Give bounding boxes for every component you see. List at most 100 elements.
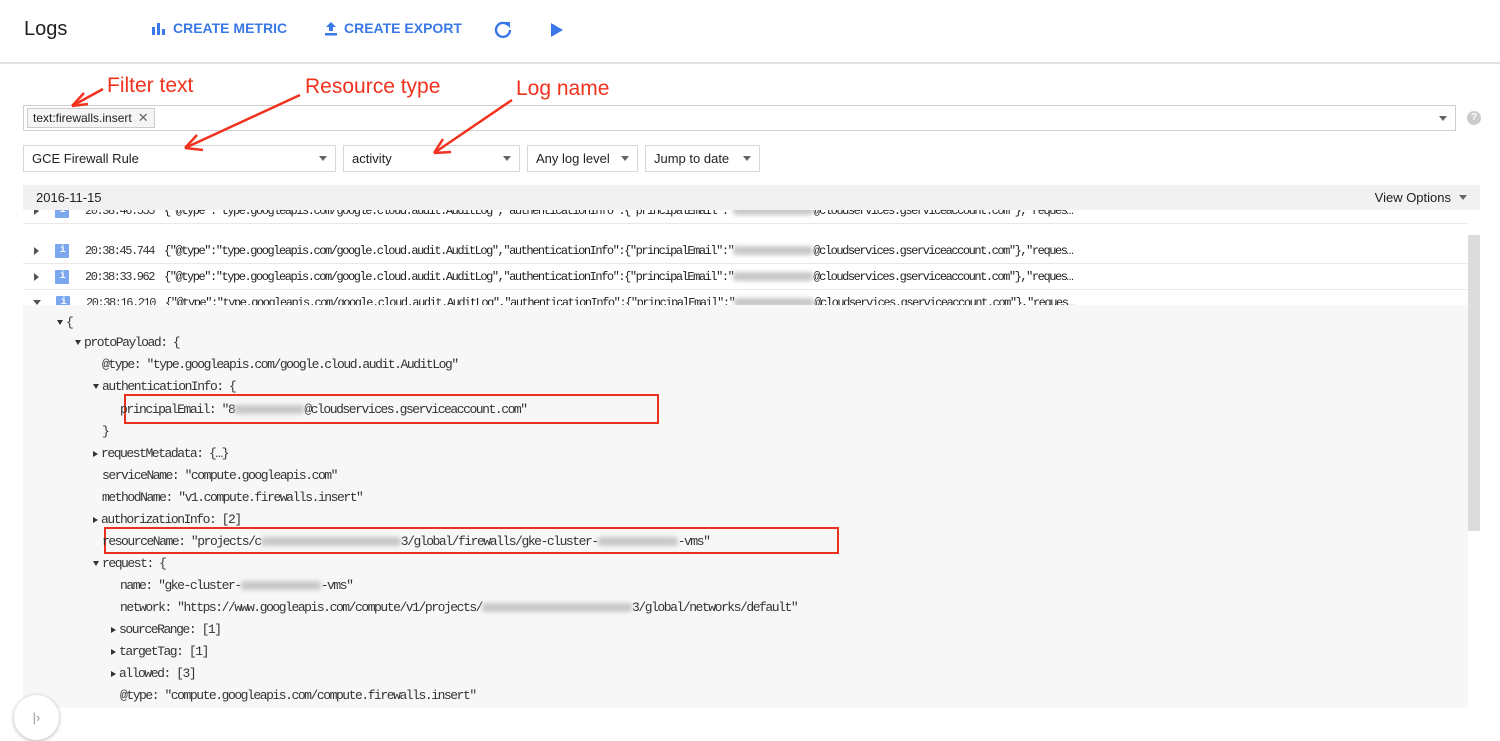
detail-text: methodName: "v1.compute.firewalls.insert… [102,490,364,505]
expand-icon[interactable] [93,450,98,457]
detail-line[interactable]: protoPayload: { [75,335,181,350]
log-name-dropdown[interactable]: activity [343,145,520,172]
date-label: 2016-11-15 [36,190,102,205]
detail-text: 3/global/networks/default" [632,600,799,615]
chevron-down-icon [1459,195,1467,200]
expand-icon[interactable] [111,626,116,633]
filter-chip[interactable]: text:firewalls.insert ✕ [27,108,155,128]
log-timestamp: 20:38:33.962 [85,269,155,284]
detail-line[interactable]: sourceRange: [1] [111,622,222,637]
expand-icon[interactable] [34,272,39,281]
chevron-down-icon [743,156,751,161]
refresh-icon[interactable] [493,20,513,40]
view-options-button[interactable]: View Options [1375,190,1467,205]
log-level-value: Any log level [536,151,610,166]
chevron-down-icon [621,156,629,161]
detail-text: resourceName: "projects/c [102,534,262,549]
log-summary-end: @cloudservices.gserviceaccount.com"},"re… [813,243,1073,258]
log-level-dropdown[interactable]: Any log level [527,145,638,172]
log-summary-start: {"@type":"type.googleapis.com/google.clo… [164,243,735,258]
detail-text: } [102,424,110,439]
detail-text: protoPayload: { [84,335,181,350]
detail-text: allowed: [3] [119,666,197,681]
help-icon[interactable]: ? [1467,111,1481,125]
annotation-log-name: Log name [516,77,610,100]
detail-text: network: "https://www.googleapis.com/com… [120,600,483,615]
detail-text: { [66,315,74,330]
upload-icon [325,21,337,35]
detail-line[interactable]: authorizationInfo: [2] [93,512,242,527]
detail-line[interactable]: allowed: [3] [111,666,197,681]
arrow-filter-text [71,87,104,108]
bar-chart-icon [152,23,165,35]
play-icon[interactable] [550,22,564,38]
expand-icon[interactable] [111,670,116,677]
detail-text: request: { [102,556,167,571]
jump-to-date-dropdown[interactable]: Jump to date [645,145,760,172]
detail-text: authorizationInfo: [2] [101,512,242,527]
filter-dropdown-icon[interactable] [1439,116,1447,121]
detail-text: 3/global/firewalls/gke-cluster- [400,534,599,549]
redacted-text [260,537,401,547]
log-row[interactable]: i 20:38:33.962 {"@type":"type.googleapis… [23,264,1468,290]
detail-line[interactable]: requestMetadata: {…} [93,446,229,461]
info-severity-icon: i [55,269,69,284]
collapse-icon[interactable] [93,561,99,567]
detail-line: network: "https://www.googleapis.com/com… [120,600,799,615]
collapse-icon[interactable] [57,320,63,326]
create-export-label: CREATE EXPORT [344,20,462,36]
redacted-text [482,603,633,613]
detail-text: -vms" [320,578,354,593]
chevron-down-icon [319,156,327,161]
detail-text: name: "gke-cluster- [120,578,242,593]
detail-text: @type: "type.googleapis.com/google.cloud… [102,357,459,372]
redacted-text [240,581,321,591]
detail-text: @cloudservices.gserviceaccount.com" [304,402,528,417]
create-export-button[interactable]: CREATE EXPORT [324,20,462,36]
expand-icon[interactable] [34,246,39,255]
detail-line: serviceName: "compute.googleapis.com" [102,468,338,483]
detail-line[interactable]: targetTag: [1] [111,644,209,659]
detail-text: principalEmail: "8 [120,402,236,417]
expand-icon: |› [32,710,41,725]
create-metric-button[interactable]: CREATE METRIC [151,20,287,36]
chevron-down-icon [503,156,511,161]
redacted-text [234,405,305,415]
expand-icon[interactable] [93,516,98,523]
annotation-filter-text: Filter text [107,74,194,97]
detail-text: -vms" [677,534,711,549]
detail-text: requestMetadata: {…} [101,446,229,461]
log-timestamp: 20:38:45.744 [85,243,155,258]
log-summary: {"@type":"type.googleapis.com/google.clo… [164,243,1074,258]
detail-line: principalEmail: "8 @cloudservices.gservic… [120,402,528,417]
filter-chip-label: text:firewalls.insert [33,111,132,125]
resource-type-value: GCE Firewall Rule [32,151,139,166]
expand-panel-button[interactable]: |› [14,695,59,740]
log-row[interactable]: i 20:38:45.744 {"@type":"type.googleapis… [23,238,1468,264]
detail-line[interactable]: authenticationInfo: { [93,379,237,394]
resource-type-dropdown[interactable]: GCE Firewall Rule [23,145,336,172]
detail-line[interactable]: request: { [93,556,167,571]
jump-to-date-value: Jump to date [654,151,730,166]
detail-line: } [102,424,110,439]
log-entry-detail: { protoPayload: { @type: "type.googleapis.… [23,305,1468,708]
annotation-resource-type: Resource type [305,75,441,98]
close-icon[interactable]: ✕ [138,110,149,126]
filter-input[interactable]: text:firewalls.insert ✕ [23,105,1456,131]
detail-line[interactable]: { [57,315,74,330]
info-severity-icon: i [55,243,69,258]
collapse-icon[interactable] [75,340,81,346]
detail-text: sourceRange: [1] [119,622,222,637]
detail-line: @type: "compute.googleapis.com/compute.f… [120,688,477,703]
detail-text: serviceName: "compute.googleapis.com" [102,468,338,483]
redacted-text [733,271,814,281]
expand-icon[interactable] [111,648,116,655]
date-header: 2016-11-15 View Options [23,185,1480,210]
detail-text: @type: "compute.googleapis.com/compute.f… [120,688,477,703]
detail-text: targetTag: [1] [119,644,209,659]
page-title: Logs [24,18,68,40]
scrollbar[interactable] [1468,235,1480,531]
detail-line: methodName: "v1.compute.firewalls.insert… [102,490,364,505]
detail-line: @type: "type.googleapis.com/google.cloud… [102,357,459,372]
collapse-icon[interactable] [93,384,99,390]
